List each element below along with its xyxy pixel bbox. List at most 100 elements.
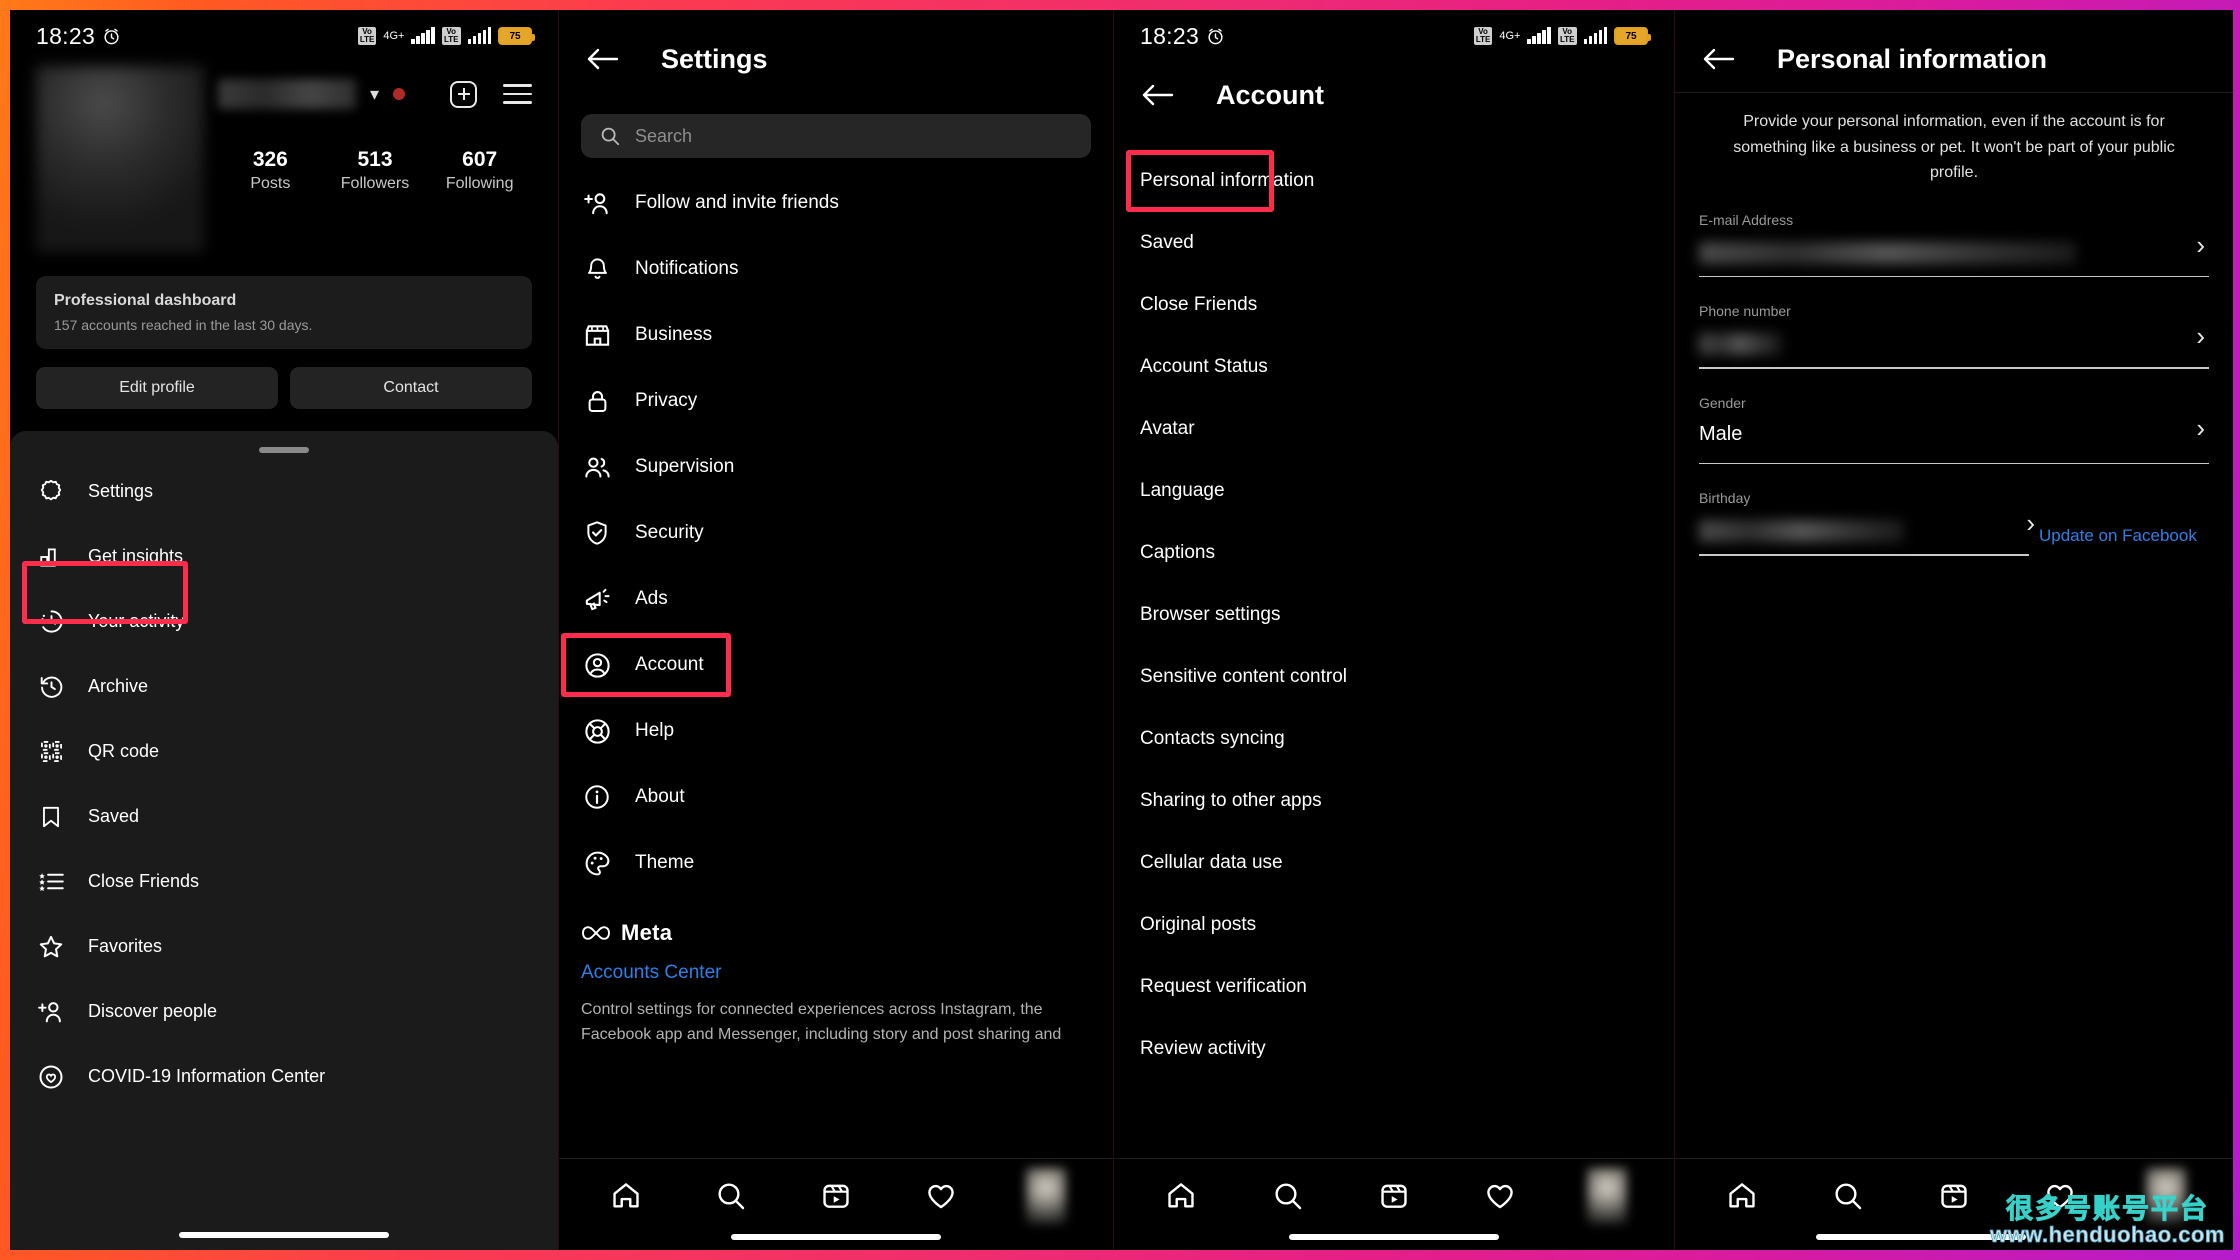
settings-item-business[interactable]: Business [559, 302, 1113, 368]
settings-item-account[interactable]: Account [559, 632, 1113, 698]
account-item-saved[interactable]: Saved [1114, 212, 1674, 274]
menu-item-settings[interactable]: Settings [10, 459, 558, 524]
home-indicator [1289, 1234, 1499, 1240]
account-item-captions[interactable]: Captions [1114, 522, 1674, 584]
tab-home[interactable] [1722, 1176, 1762, 1216]
add-post-button[interactable] [450, 80, 477, 108]
account-item-language[interactable]: Language [1114, 460, 1674, 522]
chevron-down-icon[interactable]: ▾ [370, 84, 379, 105]
account-list: Personal information Saved Close Friends… [1114, 150, 1674, 1080]
menu-item-close-friends[interactable]: Close Friends [10, 849, 558, 914]
settings-item-ads[interactable]: Ads [559, 566, 1113, 632]
menu-item-discover-people[interactable]: Discover people [10, 979, 558, 1044]
settings-item-notifications[interactable]: Notifications [559, 236, 1113, 302]
tab-activity[interactable] [2040, 1176, 2080, 1216]
back-arrow-icon[interactable] [585, 46, 619, 72]
battery-level: 75 [509, 30, 521, 42]
person-add-icon [581, 187, 613, 219]
field-label: E-mail Address [1699, 211, 1794, 228]
account-item-avatar[interactable]: Avatar [1114, 398, 1674, 460]
settings-item-label: About [635, 786, 685, 807]
account-item-account-status[interactable]: Account Status [1114, 336, 1674, 398]
field-email-address[interactable]: E-mail Address › [1699, 186, 2209, 278]
menu-item-qr-code[interactable]: QR code [10, 719, 558, 784]
account-item-contacts-syncing[interactable]: Contacts syncing [1114, 708, 1674, 770]
stat-followers[interactable]: 513 Followers [323, 148, 428, 193]
menu-label: Close Friends [88, 871, 200, 891]
account-item-sensitive-content-control[interactable]: Sensitive content control [1114, 646, 1674, 708]
profile-photo[interactable] [36, 66, 204, 252]
menu-label: Favorites [88, 936, 163, 956]
field-birthday[interactable]: Birthday › Update on Facebook [1699, 464, 2197, 556]
tab-activity[interactable] [921, 1176, 961, 1216]
tab-search[interactable] [1268, 1176, 1308, 1216]
edit-profile-button[interactable]: Edit profile [36, 367, 278, 409]
following-label: Following [445, 175, 514, 192]
account-item-label: Review activity [1140, 1038, 1266, 1059]
stat-following[interactable]: 607 Following [427, 148, 532, 193]
tab-profile[interactable] [1586, 1167, 1627, 1224]
tab-reels[interactable] [1374, 1176, 1414, 1216]
meta-section-header: Meta [559, 896, 1113, 946]
account-item-browser-settings[interactable]: Browser settings [1114, 584, 1674, 646]
account-item-cellular-data-use[interactable]: Cellular data use [1114, 832, 1674, 894]
field-label: Gender [1699, 394, 1746, 411]
chevron-right-icon[interactable]: › [2196, 321, 2205, 352]
menu-item-saved[interactable]: Saved [10, 784, 558, 849]
tab-reels[interactable] [816, 1176, 856, 1216]
hamburger-menu-button[interactable] [503, 84, 532, 104]
stat-posts[interactable]: 326 Posts [218, 148, 323, 193]
settings-item-follow-and-invite-friends[interactable]: Follow and invite friends [559, 170, 1113, 236]
email-value-redacted [1699, 241, 2077, 264]
back-arrow-icon[interactable] [1140, 82, 1174, 108]
settings-item-theme[interactable]: Theme [559, 830, 1113, 896]
menu-item-your-activity[interactable]: Your activity [10, 589, 558, 654]
menu-item-archive[interactable]: Archive [10, 654, 558, 719]
update-on-facebook-link[interactable]: Update on Facebook [2039, 526, 2229, 546]
chevron-right-icon[interactable]: › [2026, 508, 2035, 539]
page-title: Settings [661, 43, 768, 74]
account-item-label: Personal information [1140, 170, 1315, 191]
account-item-label: Browser settings [1140, 604, 1281, 625]
menu-label: Discover people [88, 1001, 218, 1021]
account-header: Account [1114, 62, 1674, 128]
lifebuoy-icon [581, 715, 613, 747]
tab-home[interactable] [1161, 1176, 1201, 1216]
professional-dashboard-card[interactable]: Professional dashboard 157 accounts reac… [36, 276, 532, 349]
search-input[interactable]: Search [581, 114, 1091, 158]
tab-profile[interactable] [2146, 1167, 2186, 1224]
account-item-review-activity[interactable]: Review activity [1114, 1018, 1674, 1080]
field-phone-number[interactable]: Phone number › [1699, 277, 2209, 369]
tab-profile[interactable] [1026, 1167, 1067, 1224]
gradient-frame: 18:23 Vo LTE 4G+ Vo LTE 75 ▾ 326 Posts 5… [0, 0, 2240, 1260]
people-icon [581, 451, 613, 483]
settings-item-help[interactable]: Help [559, 698, 1113, 764]
lock-icon [581, 385, 613, 417]
account-item-request-verification[interactable]: Request verification [1114, 956, 1674, 1018]
menu-item-get-insights[interactable]: Get insights [10, 524, 558, 589]
contact-button[interactable]: Contact [290, 367, 532, 409]
settings-item-security[interactable]: Security [559, 500, 1113, 566]
menu-item-covid-19-information-center[interactable]: COVID-19 Information Center [10, 1044, 558, 1109]
settings-item-about[interactable]: About [559, 764, 1113, 830]
menu-item-favorites[interactable]: Favorites [10, 914, 558, 979]
account-item-personal-information[interactable]: Personal information [1114, 150, 1674, 212]
settings-item-supervision[interactable]: Supervision [559, 434, 1113, 500]
chevron-right-icon[interactable]: › [2196, 230, 2205, 261]
tab-activity[interactable] [1480, 1176, 1520, 1216]
tab-search[interactable] [1828, 1176, 1868, 1216]
settings-item-privacy[interactable]: Privacy [559, 368, 1113, 434]
chevron-right-icon[interactable]: › [2196, 413, 2205, 444]
field-gender[interactable]: Gender Male › [1699, 369, 2209, 465]
notification-dot [393, 88, 406, 100]
tab-search[interactable] [711, 1176, 751, 1216]
info-icon [581, 781, 613, 813]
back-arrow-icon[interactable] [1701, 46, 1735, 72]
tab-home[interactable] [606, 1176, 646, 1216]
account-item-close-friends[interactable]: Close Friends [1114, 274, 1674, 336]
account-item-original-posts[interactable]: Original posts [1114, 894, 1674, 956]
accounts-center-link[interactable]: Accounts Center [559, 946, 1113, 984]
tab-reels[interactable] [1934, 1176, 1974, 1216]
account-item-sharing-to-other-apps[interactable]: Sharing to other apps [1114, 770, 1674, 832]
sheet-grabber[interactable] [259, 447, 309, 453]
